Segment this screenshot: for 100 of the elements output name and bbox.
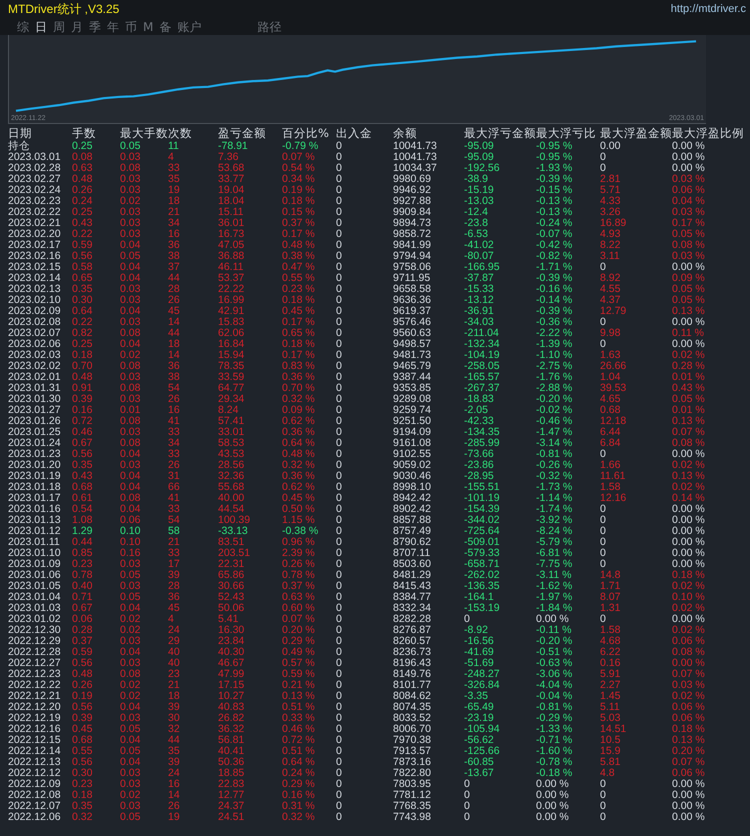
table-cell: 0.16 <box>600 658 620 669</box>
table-cell: 0.45 <box>72 724 92 735</box>
tab[interactable]: 综 <box>14 20 32 34</box>
table-cell: -12.4 <box>464 207 488 218</box>
table-cell: 8707.11 <box>393 548 430 559</box>
table-cell: 0.43 <box>72 471 92 482</box>
table-cell: 0.00 % <box>672 152 705 163</box>
table-cell: 26 <box>168 295 180 306</box>
table-cell: 0.61 <box>72 493 92 504</box>
url-link[interactable]: http://mtdriver.c <box>670 3 746 15</box>
table-cell: 4.8 <box>600 768 615 779</box>
table-cell: 0.33 % <box>282 713 315 724</box>
table-cell: 0.02 % <box>672 460 705 471</box>
table-cell: 2022.12.16 <box>8 724 61 735</box>
table-cell: 0.03 <box>120 779 140 790</box>
table-cell: 0.03 <box>120 559 140 570</box>
table-cell: 0.06 % <box>672 713 705 724</box>
table-cell: -0.26 % <box>536 460 572 471</box>
table-cell: 18.04 <box>218 196 244 207</box>
table-cell: 0.03 <box>120 460 140 471</box>
tab[interactable]: 周 <box>50 20 68 34</box>
table-cell: 0.18 <box>72 350 92 361</box>
table-cell: 9576.46 <box>393 317 431 328</box>
table-cell: 32 <box>168 724 180 735</box>
table-cell: 5.41 <box>218 614 238 625</box>
table-cell: -33.13 <box>218 526 248 537</box>
tab[interactable]: 年 <box>104 20 122 34</box>
table-cell: 40.41 <box>218 746 244 757</box>
table-cell: 54 <box>168 383 180 394</box>
table-cell: 0.64 <box>72 306 92 317</box>
table-cell: -23.86 <box>464 460 494 471</box>
table-cell: 2023.01.31 <box>8 383 61 394</box>
table-cell: 9927.88 <box>393 196 431 207</box>
table-cell: 0 <box>336 372 342 383</box>
table-cell: 0.16 % <box>282 790 315 801</box>
table-cell: 8276.87 <box>393 625 431 636</box>
table-cell: 0.30 <box>72 295 92 306</box>
table-cell: 0.45 % <box>282 493 315 504</box>
table-cell: 0.04 <box>120 757 140 768</box>
table-cell: -0.42 % <box>536 240 572 251</box>
table-cell: 0.30 <box>72 768 92 779</box>
table-cell: 0.05 <box>120 570 140 581</box>
table-cell: 7768.35 <box>393 801 431 812</box>
table-cell: 0.08 <box>120 163 140 174</box>
column-header: 盈亏金额 <box>218 126 267 141</box>
table-cell: 0.54 <box>72 504 92 515</box>
tab[interactable]: 日 <box>32 20 50 34</box>
table-cell: 0 <box>336 592 342 603</box>
table-cell: 0.16 <box>120 548 140 559</box>
table-cell: 0 <box>336 471 342 482</box>
table-cell: -0.15 % <box>536 185 572 196</box>
table-cell: 0.04 <box>120 449 140 460</box>
table-cell: -1.62 % <box>536 581 572 592</box>
table-cell: 0.02 % <box>672 350 705 361</box>
table-cell: -1.93 % <box>536 163 572 174</box>
tab[interactable]: 路径 <box>254 20 284 34</box>
table-cell: -0.39 % <box>536 174 572 185</box>
table-cell: 2023.02.01 <box>8 372 61 383</box>
table-cell: -344.02 <box>464 515 500 526</box>
table-cell: 0.28 % <box>672 361 705 372</box>
table-cell: -2.75 % <box>536 361 572 372</box>
table-cell: 9560.63 <box>393 328 431 339</box>
table-cell: 66 <box>168 482 180 493</box>
table-cell: 2023.02.08 <box>8 317 61 328</box>
table-cell: 0 <box>600 537 606 548</box>
table-cell: 45 <box>168 306 180 317</box>
table-cell: 0.03 <box>120 174 140 185</box>
tab[interactable]: M <box>140 20 156 34</box>
table-cell: 0.00 % <box>672 658 705 669</box>
tab[interactable]: 季 <box>86 20 104 34</box>
table-cell: 0 <box>600 504 606 515</box>
table-cell: 0 <box>600 317 606 328</box>
table-cell: -211.04 <box>464 328 499 339</box>
tab[interactable]: 币 <box>122 20 140 34</box>
table-cell: 0.59 % <box>282 669 315 680</box>
table-cell: 8790.62 <box>393 537 431 548</box>
table-cell: 0.03 <box>120 427 140 438</box>
table-cell: 0 <box>336 482 342 493</box>
table-cell: 0.03 <box>120 636 140 647</box>
table-cell: 0.78 <box>72 570 92 581</box>
table-cell: 0 <box>336 262 342 273</box>
table-cell: -1.84 % <box>536 603 572 614</box>
tab[interactable]: 账户 <box>174 20 204 34</box>
table-cell: 0.13 % <box>282 691 315 702</box>
table-cell: 0.08 % <box>672 240 705 251</box>
table-cell: 0 <box>336 614 342 625</box>
table-cell: 9711.95 <box>393 273 430 284</box>
tab[interactable]: 备 <box>156 20 174 34</box>
table-cell: 0 <box>336 581 342 592</box>
table-cell: 53.37 <box>218 273 244 284</box>
table-cell: 26 <box>168 801 180 812</box>
table-cell: 0.35 <box>72 284 92 295</box>
table-cell: -0.82 % <box>536 251 572 262</box>
column-header: 手数 <box>72 126 97 141</box>
tab[interactable]: 月 <box>68 20 86 34</box>
table-cell: 0 <box>336 207 342 218</box>
table-cell: -41.02 <box>464 240 494 251</box>
table-cell: 0.85 <box>72 548 92 559</box>
table-cell: -13.03 <box>464 196 494 207</box>
table-cell: 2023.02.06 <box>8 339 61 350</box>
